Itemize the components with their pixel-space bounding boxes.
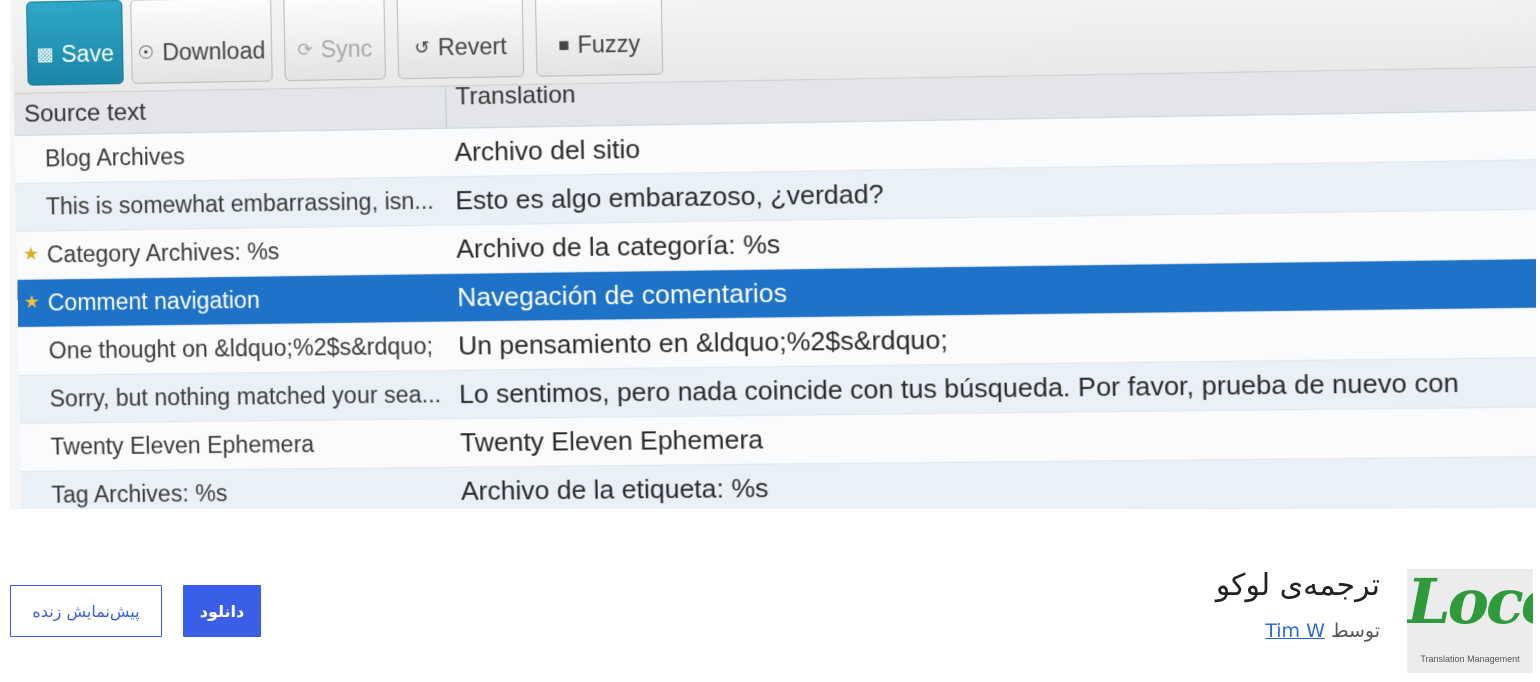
save-button: ▩ Save	[26, 0, 124, 86]
sync-icon: ⟳	[297, 39, 313, 60]
translation-column-header: Translation	[455, 81, 576, 111]
plugin-title: ترجمه‌ی لوکو	[1216, 568, 1380, 603]
source-text-cell: One thought on &ldquo;%2$s&rdquo;	[48, 333, 433, 365]
floppy-icon: ▩	[36, 44, 53, 65]
translation-cell: Un pensamiento en &ldquo;%2$s&rdquo;	[458, 324, 948, 361]
source-text-cell: This is somewhat embarrassing, isn...	[46, 188, 434, 221]
grid-rows: Blog Archives Archivo del sitio This is so…	[15, 110, 1536, 509]
column-divider	[445, 86, 447, 128]
save-label: Save	[61, 40, 114, 68]
source-text-cell: Comment navigation	[48, 287, 260, 317]
download-icon: ☉	[138, 42, 155, 63]
plugin-logo: Loco Translation Management	[1407, 569, 1533, 673]
live-preview-button[interactable]: پیش‌نمایش زنده	[10, 585, 162, 637]
author-prefix: توسط	[1331, 620, 1380, 642]
author-link[interactable]: Tim W	[1265, 620, 1325, 642]
source-text-cell: Blog Archives	[45, 143, 185, 172]
sync-button: ⟳ Sync	[283, 0, 386, 81]
translation-cell: Twenty Eleven Ephemera	[460, 424, 764, 459]
revert-button: ↺ Revert	[397, 0, 525, 79]
source-text-cell: Twenty Eleven Ephemera	[50, 431, 314, 461]
translation-cell: Archivo del sitio	[454, 134, 640, 168]
translation-cell: Archivo de la etiqueta: %s	[461, 473, 769, 507]
download-tool-label: Download	[162, 37, 266, 66]
fuzzy-label: Fuzzy	[577, 30, 640, 58]
banner-scene: ▩ Save ☉ Download ⟳ Sync ↺ Revert ■ Fuzz…	[12, 0, 1536, 509]
star-icon: ★	[24, 292, 41, 313]
source-text-cell: Category Archives: %s	[47, 238, 280, 268]
revert-label: Revert	[438, 32, 507, 60]
logo-tagline: Translation Management	[1407, 654, 1533, 664]
download-button[interactable]: دانلود	[183, 585, 261, 637]
logo-wordmark: Loco	[1407, 569, 1533, 635]
plugin-author: توسط Tim W	[1265, 620, 1380, 642]
plugin-banner-image: ▩ Save ☉ Download ⟳ Sync ↺ Revert ■ Fuzz…	[10, 0, 1536, 509]
translation-cell: Esto es algo embarazoso, ¿verdad?	[455, 179, 884, 217]
sync-label: Sync	[320, 35, 372, 63]
revert-icon: ↺	[414, 37, 430, 58]
translation-cell: Archivo de la categoría: %s	[456, 229, 780, 265]
translation-cell: Navegación de comentarios	[457, 278, 787, 314]
translation-grid: Source text Translation Blog Archives Arc…	[14, 66, 1536, 509]
source-column-header: Source text	[24, 99, 146, 129]
star-icon: ★	[23, 244, 40, 265]
source-text-cell: Tag Archives: %s	[51, 480, 227, 509]
fuzzy-button: ■ Fuzzy	[535, 0, 663, 77]
source-text-cell: Sorry, but nothing matched your sea...	[49, 381, 441, 413]
fuzzy-icon: ■	[558, 34, 570, 55]
translation-cell: Lo sentimos, pero nada coincide con tus …	[459, 367, 1459, 410]
download-tool-button: ☉ Download	[130, 0, 273, 84]
